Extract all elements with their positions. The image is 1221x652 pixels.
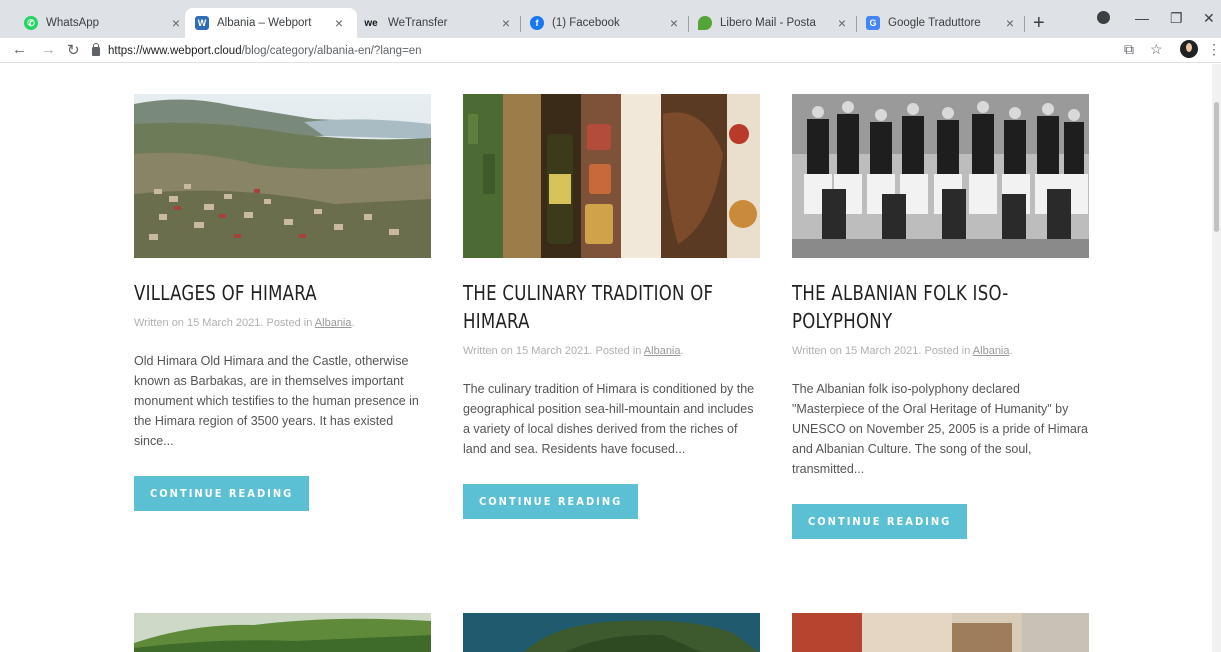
category-link-albania[interactable]: Albania <box>973 345 1010 357</box>
whatsapp-icon: ✆ <box>24 16 38 30</box>
tab-title: (1) Facebook <box>552 17 620 29</box>
continue-reading-button[interactable]: CONTINUE READING <box>463 484 639 519</box>
scrollbar-thumb[interactable] <box>1214 102 1219 232</box>
back-arrow-icon[interactable]: ← <box>12 41 27 58</box>
close-icon[interactable]: × <box>834 15 850 31</box>
browser-toolbar: ← → ↻ https://www.webport.cloud/blog/cat… <box>0 38 1221 63</box>
tab-title: Google Traduttore <box>888 17 981 29</box>
url-host: https://www.webport.cloud <box>108 44 242 57</box>
minimize-icon[interactable]: — <box>1135 10 1149 26</box>
post-meta: Written on 15 March 2021. Posted in Alba… <box>134 317 431 329</box>
post-thumbnail-next-1[interactable] <box>134 613 431 652</box>
address-url[interactable]: https://www.webport.cloud/blog/category/… <box>108 45 422 57</box>
tab-facebook[interactable]: f (1) Facebook × <box>520 8 692 38</box>
category-link-albania[interactable]: Albania <box>644 345 681 357</box>
tab-title: WhatsApp <box>46 17 100 29</box>
aerial-landscape-image <box>134 94 431 258</box>
tab-libero-mail[interactable]: Libero Mail - Posta × <box>688 8 860 38</box>
post-thumbnail-culinary[interactable] <box>463 94 760 258</box>
post-excerpt: Old Himara Old Himara and the Castle, ot… <box>134 354 419 448</box>
post-title[interactable]: THE CULINARY TRADITION OF HIMARA <box>463 279 762 335</box>
close-icon[interactable]: × <box>168 15 184 31</box>
continue-reading-button[interactable]: CONTINUE READING <box>134 476 310 511</box>
tab-google-translate[interactable]: G Google Traduttore × <box>856 8 1028 38</box>
tab-title: Albania – Webport <box>217 17 312 29</box>
post-excerpt: The culinary tradition of Himara is cond… <box>463 382 755 456</box>
profile-dot-icon[interactable] <box>1097 11 1110 24</box>
post-card: THE CULINARY TRADITION OF HIMARA Written… <box>463 94 760 519</box>
post-excerpt: The Albanian folk iso-polyphony declared… <box>792 382 1088 476</box>
post-thumbnail-next-3[interactable] <box>792 613 1089 652</box>
post-meta-period: . <box>680 345 684 357</box>
post-meta-period: . <box>1009 345 1013 357</box>
category-link-albania[interactable]: Albania <box>315 317 352 329</box>
address-bar[interactable]: https://www.webport.cloud/blog/category/… <box>92 40 1112 61</box>
post-meta-date: Written on 15 March 2021. Posted in <box>134 317 313 329</box>
translate-page-icon[interactable]: ⧉ <box>1124 41 1134 58</box>
post-meta: Written on 15 March 2021. Posted in Alba… <box>463 345 760 357</box>
libero-icon <box>698 16 712 30</box>
lock-icon <box>92 43 100 56</box>
post-card: THE ALBANIAN FOLK ISO-POLYPHONY Written … <box>792 94 1089 539</box>
webport-w-icon: W <box>195 16 209 30</box>
post-meta-period: . <box>351 317 355 329</box>
post-title[interactable]: VILLAGES OF HIMARA <box>134 279 433 307</box>
coastline-image <box>463 613 760 652</box>
tab-wetransfer[interactable]: we WeTransfer × <box>352 8 524 38</box>
tab-whatsapp[interactable]: ✆ WhatsApp × <box>14 8 194 38</box>
post-meta-date: Written on 15 March 2021. Posted in <box>792 345 971 357</box>
close-icon[interactable]: × <box>331 15 347 31</box>
profile-avatar[interactable] <box>1180 40 1198 58</box>
window-close-icon[interactable]: ✕ <box>1203 10 1215 27</box>
restore-icon[interactable]: ❐ <box>1170 10 1183 27</box>
post-thumbnail-iso-polyphony[interactable] <box>792 94 1089 258</box>
green-hills-image <box>134 613 431 652</box>
folk-group-photo <box>792 94 1089 258</box>
url-path: /blog/category/albania-en/?lang=en <box>241 44 422 57</box>
tab-title: WeTransfer <box>388 17 448 29</box>
post-meta-date: Written on 15 March 2021. Posted in <box>463 345 642 357</box>
continue-reading-button[interactable]: CONTINUE READING <box>792 504 968 539</box>
wetransfer-icon: we <box>364 17 378 29</box>
new-tab-plus-icon[interactable]: + <box>1033 13 1045 33</box>
close-icon[interactable]: × <box>1002 15 1018 31</box>
post-meta: Written on 15 March 2021. Posted in Alba… <box>792 345 1089 357</box>
page-scrollbar[interactable] <box>1212 64 1221 652</box>
tab-divider <box>1024 16 1025 32</box>
reload-icon[interactable]: ↻ <box>67 41 80 59</box>
close-icon[interactable]: × <box>666 15 682 31</box>
tab-albania-webport[interactable]: W Albania – Webport × <box>185 8 357 38</box>
post-thumbnail-himara-villages[interactable] <box>134 94 431 258</box>
post-card: VILLAGES OF HIMARA Written on 15 March 2… <box>134 94 431 511</box>
close-icon[interactable]: × <box>498 15 514 31</box>
menu-kebab-icon[interactable]: ⋮ <box>1207 41 1221 58</box>
tab-strip: ✆ WhatsApp × W Albania – Webport × we We… <box>0 0 1221 38</box>
forward-arrow-icon[interactable]: → <box>41 41 56 58</box>
market-image <box>792 613 1089 652</box>
bookmark-star-icon[interactable]: ☆ <box>1150 41 1163 58</box>
google-translate-icon: G <box>866 16 880 30</box>
post-title[interactable]: THE ALBANIAN FOLK ISO-POLYPHONY <box>792 279 1091 335</box>
facebook-icon: f <box>530 16 544 30</box>
tab-title: Libero Mail - Posta <box>720 17 816 29</box>
food-collage-image <box>463 94 760 258</box>
page-content: VILLAGES OF HIMARA Written on 15 March 2… <box>0 64 1221 652</box>
post-thumbnail-next-2[interactable] <box>463 613 760 652</box>
